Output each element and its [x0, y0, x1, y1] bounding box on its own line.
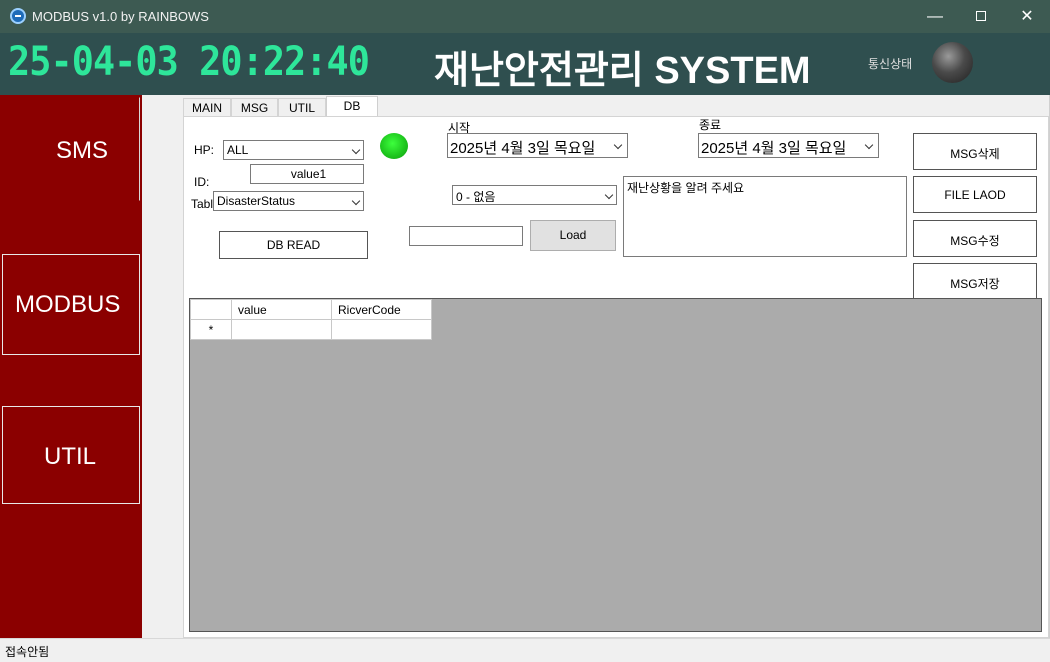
close-button[interactable]: ✕	[1004, 0, 1050, 33]
chevron-down-icon	[351, 145, 361, 155]
grid-corner-cell	[190, 299, 232, 320]
new-row-marker-icon: *	[190, 319, 232, 340]
hp-select[interactable]: ALL	[223, 140, 364, 160]
nav-util-label: UTIL	[44, 443, 97, 470]
header-band: 25-04-03 20:22:40 재난안전관리 SYSTEM 통신상태	[0, 33, 1050, 95]
chevron-down-icon	[351, 196, 361, 206]
end-date-value: 2025년 4월 3일 목요일	[701, 140, 847, 157]
msg-save-button[interactable]: MSG저장	[913, 263, 1037, 300]
id-label: ID:	[194, 175, 210, 189]
left-navigation: SMS MODBUS UTIL	[0, 95, 142, 638]
table-select-value: DisasterStatus	[217, 194, 296, 208]
start-date-value: 2025년 4월 3일 목요일	[450, 140, 596, 157]
nav-modbus-button[interactable]: MODBUS	[2, 254, 140, 355]
nav-modbus-label: MODBUS	[15, 291, 121, 318]
minimize-button[interactable]: —	[912, 0, 958, 33]
start-date-picker[interactable]: 2025년 4월 3일 목요일	[447, 133, 628, 158]
maximize-icon	[976, 10, 986, 21]
chevron-down-icon	[604, 190, 614, 200]
maximize-button[interactable]	[958, 0, 1004, 33]
db-read-button[interactable]: DB READ	[219, 231, 368, 259]
tab-main[interactable]: MAIN	[183, 98, 231, 116]
load-button[interactable]: Load	[530, 220, 616, 251]
file-load-button[interactable]: FILE LAOD	[913, 176, 1037, 213]
digital-clock: 25-04-03 20:22:40	[8, 39, 370, 85]
grid-cell[interactable]	[331, 319, 432, 340]
id-input[interactable]: value1	[250, 164, 364, 184]
system-title: 재난안전관리 SYSTEM	[434, 50, 811, 92]
db-status-led-icon	[380, 133, 408, 159]
nav-sms-label: SMS	[56, 137, 109, 164]
connection-status-text: 접속안됨	[5, 645, 50, 659]
end-date-label: 종료	[699, 118, 722, 132]
grid-header-row: value RicverCode	[190, 299, 432, 320]
hp-label: HP:	[194, 143, 215, 157]
category-select-value: 0 - 없음	[456, 190, 496, 204]
msg-delete-button[interactable]: MSG삭제	[913, 133, 1037, 170]
message-textarea[interactable]: 재난상황을 알려 주세요	[623, 176, 907, 257]
hp-select-value: ALL	[227, 143, 249, 157]
nav-util-button[interactable]: UTIL	[2, 406, 140, 504]
grid-new-row[interactable]: *	[190, 319, 432, 340]
msg-edit-button[interactable]: MSG수정	[913, 220, 1037, 257]
end-date-picker[interactable]: 2025년 4월 3일 목요일	[698, 133, 879, 158]
tab-msg[interactable]: MSG	[231, 98, 278, 116]
chevron-down-icon	[864, 140, 874, 150]
nav-sms-button[interactable]: SMS	[2, 97, 140, 201]
status-bar: 접속안됨	[0, 638, 1050, 662]
grid-cell[interactable]	[231, 319, 332, 340]
category-select[interactable]: 0 - 없음	[452, 185, 617, 205]
comm-status-led-icon	[932, 42, 973, 83]
tab-db[interactable]: DB	[326, 96, 378, 117]
grid-table: value RicverCode *	[190, 299, 432, 340]
db-data-grid[interactable]: value RicverCode *	[189, 298, 1042, 632]
window-titlebar: MODBUS v1.0 by RAINBOWS — ✕	[0, 0, 1050, 33]
chevron-down-icon	[613, 140, 623, 150]
load-input[interactable]	[409, 226, 523, 246]
window-title: MODBUS v1.0 by RAINBOWS	[32, 9, 209, 24]
tab-util[interactable]: UTIL	[278, 98, 326, 116]
app-icon	[10, 8, 26, 24]
column-header-value[interactable]: value	[231, 299, 332, 320]
table-select[interactable]: DisasterStatus	[213, 191, 364, 211]
comm-status-label: 통신상태	[868, 57, 913, 71]
column-header-ricvercode[interactable]: RicverCode	[331, 299, 432, 320]
